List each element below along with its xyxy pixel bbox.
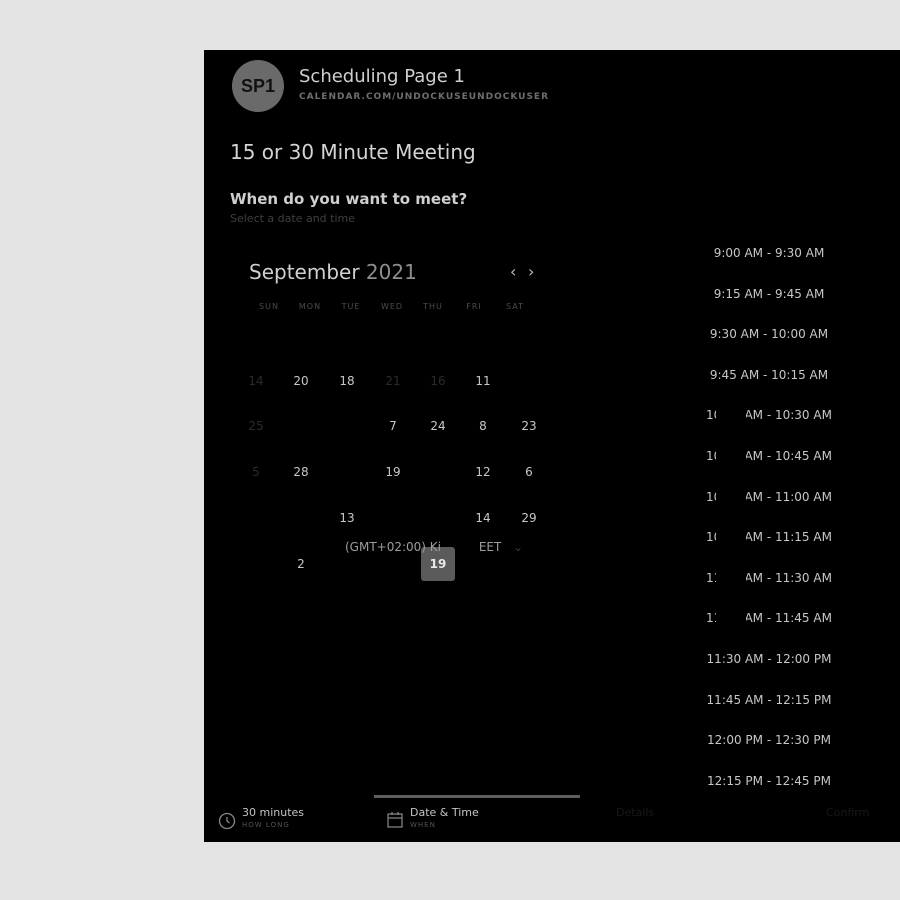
weekday-fri: FRI [466,302,482,311]
step-confirm[interactable]: Confirm [826,806,869,819]
render-glitch-mask [716,450,746,464]
date-question: When do you want to meet? [230,190,468,208]
calendar-day: 16 [430,374,446,388]
calendar-day: 21 [385,374,401,388]
date-hint: Select a date and time [230,212,356,225]
step-duration-sub: HOW LONG [242,821,290,829]
time-slot[interactable]: 9:15 AM - 9:45 AM [704,287,834,301]
weekday-sun: SUN [259,302,279,311]
render-glitch-mask [716,571,746,586]
render-glitch-mask [716,490,746,505]
weekday-thu: THU [423,302,443,311]
calendar-day[interactable]: 2 [284,547,318,581]
weekday-sat: SAT [506,302,524,311]
next-month-button[interactable]: › [528,262,534,281]
step-date-time[interactable]: Date & Time WHEN [410,806,479,829]
step-duration[interactable]: 30 minutes HOW LONG [242,806,304,829]
meeting-title: 15 or 30 Minute Meeting [230,140,476,164]
calendar-day[interactable]: 28 [284,455,318,489]
calendar-day[interactable]: 18 [330,364,364,398]
calendar-day: 14 [248,374,264,388]
time-slot[interactable]: 11:45 AM - 12:15 PM [704,693,834,707]
page-url[interactable]: CALENDAR.COM/UNDOCKUSEUNDOCKUSER [299,92,549,102]
step-details[interactable]: Details [616,806,654,819]
calendar-day[interactable]: 11 [466,364,500,398]
weekday-mon: MON [298,302,322,311]
time-slot[interactable]: 11:30 AM - 12:00 PM [704,652,834,666]
calendar-day[interactable]: 12 [466,455,500,489]
year-label: 2021 [365,260,417,284]
step-date-time-sub: WHEN [410,821,436,829]
calendar-day[interactable]: 7 [376,409,410,443]
clock-icon [218,812,236,834]
calendar-day[interactable]: 14 [466,501,500,535]
timezone-label: (GMT+02:00) Ki [345,540,441,554]
timezone-tail: EET [478,540,502,554]
active-step-indicator [374,795,580,798]
time-slot[interactable]: 9:45 AM - 10:15 AM [704,368,834,382]
render-glitch-mask [716,612,746,627]
prev-month-button[interactable]: ‹ [510,262,516,281]
calendar-day[interactable]: 29 [512,501,546,535]
month-name: September [249,260,360,284]
calendar-day[interactable]: 19 [376,455,410,489]
calendar-day[interactable]: 8 [466,409,500,443]
page-title: Scheduling Page 1 [299,66,465,87]
calendar-day[interactable]: 23 [512,409,546,443]
time-slot[interactable]: 12:15 PM - 12:45 PM [704,774,834,788]
calendar-day: 5 [252,465,260,479]
calendar-day[interactable]: 20 [284,364,318,398]
calendar-day: 25 [248,419,264,433]
render-glitch-mask [716,531,746,546]
scheduling-window: SP1 Scheduling Page 1 CALENDAR.COM/UNDOC… [204,50,900,842]
time-slot[interactable]: 12:00 PM - 12:30 PM [704,733,834,747]
time-slot[interactable]: 9:30 AM - 10:00 AM [704,327,834,341]
step-duration-label: 30 minutes [242,806,305,819]
weekday-tue: TUE [341,302,361,311]
step-date-time-label: Date & Time [410,806,479,819]
calendar-day[interactable]: 13 [330,501,364,535]
weekday-wed: WED [380,302,404,311]
timezone-selector[interactable]: (GMT+02:00) Ki EET ⌄ [345,540,523,554]
calendar-icon [387,811,403,833]
calendar-day[interactable]: 6 [512,455,546,489]
time-slot[interactable]: 9:00 AM - 9:30 AM [704,246,834,260]
calendar-month-label: September 2021 [249,260,417,284]
render-glitch-mask [716,409,746,424]
avatar: SP1 [232,60,284,112]
chevron-down-icon: ⌄ [513,540,524,554]
calendar-day[interactable]: 24 [421,409,455,443]
